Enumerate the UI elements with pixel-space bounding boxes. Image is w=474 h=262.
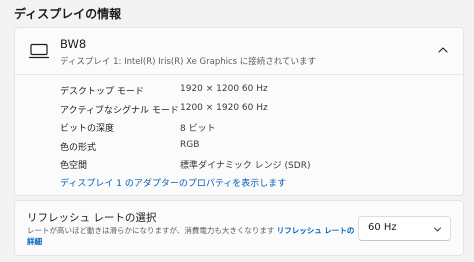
property-label: 色空間 bbox=[60, 161, 88, 171]
property-label: アクティブなシグナル モード bbox=[60, 105, 179, 116]
refresh-rate-description-text: レートが高いほど動きは滑らかになりますが、消費電力も大きくなります bbox=[27, 226, 275, 235]
adapter-properties-link[interactable]: ディスプレイ 1 のアダプターのプロパティを表示します bbox=[60, 176, 286, 189]
display-name: BW8 bbox=[60, 37, 87, 51]
property-label: デスクトップ モード bbox=[60, 87, 144, 97]
refresh-rate-title: リフレッシュ レートの選択 bbox=[27, 212, 157, 224]
refresh-rate-card: リフレッシュ レートの選択 レートが高いほど動きは滑らかになりますが、消費電力も… bbox=[14, 200, 464, 256]
chevron-up-icon[interactable] bbox=[437, 44, 449, 56]
section-title: ディスプレイの情報 bbox=[14, 7, 122, 21]
monitor-icon bbox=[29, 43, 49, 59]
property-value: 標準ダイナミック レンジ (SDR) bbox=[180, 161, 311, 171]
display-description: ディスプレイ 1: Intel(R) Iris(R) Xe Graphics に… bbox=[60, 57, 317, 67]
property-label: 色の形式 bbox=[60, 142, 97, 153]
property-value: 1920 × 1200 60 Hz bbox=[180, 84, 268, 94]
display-header[interactable]: BW8 ディスプレイ 1: Intel(R) Iris(R) Xe Graphi… bbox=[15, 28, 463, 75]
chevron-down-icon bbox=[434, 227, 441, 232]
refresh-rate-dropdown[interactable]: 60 Hz bbox=[358, 216, 451, 241]
refresh-rate-description: レートが高いほど動きは滑らかになりますが、消費電力も大きくなります リフレッシュ… bbox=[27, 225, 357, 247]
property-value: 1200 × 1920 60 Hz bbox=[180, 102, 268, 113]
property-label: ビットの深度 bbox=[60, 124, 115, 134]
refresh-rate-selected-value: 60 Hz bbox=[368, 222, 397, 233]
property-value: 8 ビット bbox=[180, 124, 216, 134]
display-info-card: BW8 ディスプレイ 1: Intel(R) Iris(R) Xe Graphi… bbox=[14, 27, 464, 196]
property-value: RGB bbox=[180, 139, 200, 150]
